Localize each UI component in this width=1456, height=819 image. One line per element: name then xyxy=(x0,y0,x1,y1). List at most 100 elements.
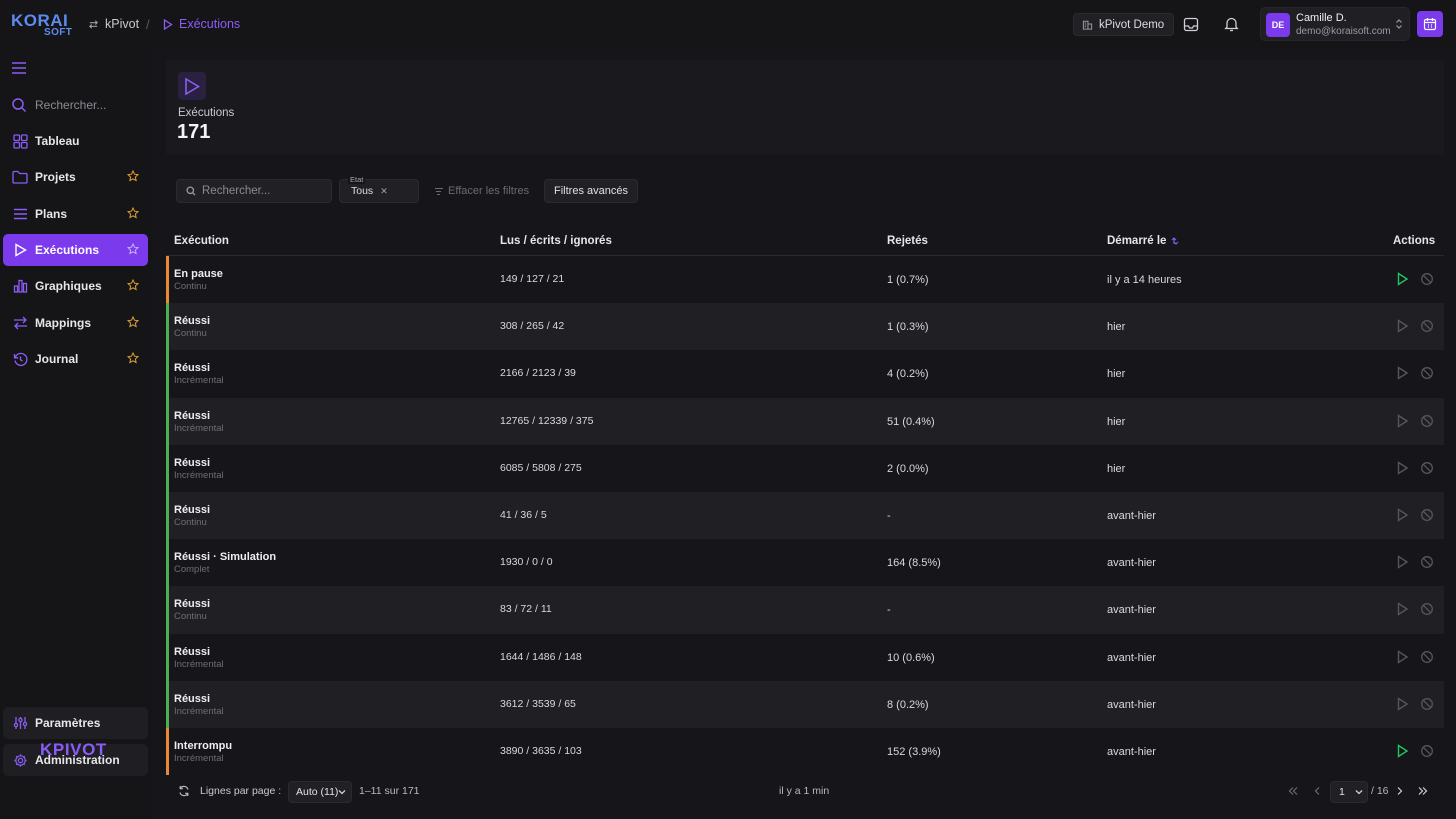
table-row[interactable]: Réussi Incrémental 2166 / 2123 / 39 4 (0.2%… xyxy=(166,350,1444,398)
cancel-icon[interactable] xyxy=(1420,461,1434,475)
inbox-button[interactable] xyxy=(1180,13,1202,35)
play-icon[interactable] xyxy=(1396,555,1409,569)
previous-page-icon[interactable] xyxy=(1312,785,1322,797)
next-page-icon[interactable] xyxy=(1395,785,1405,797)
execution-status[interactable]: En pause xyxy=(174,268,223,280)
execution-status[interactable]: Réussi xyxy=(174,693,210,705)
last-updated: il y a 1 min xyxy=(779,785,830,797)
status-indicator xyxy=(166,256,169,304)
table-row[interactable]: Réussi Continu 41 / 36 / 5 - avant-hier xyxy=(166,491,1444,540)
table-row[interactable]: Réussi Incrémental 3612 / 3539 / 65 8 (0.2%… xyxy=(166,680,1444,728)
breadcrumb-executions[interactable]: Exécutions xyxy=(163,17,240,31)
play-icon[interactable] xyxy=(1396,508,1409,522)
execution-mode: Incrémental xyxy=(174,422,224,434)
star-icon[interactable] xyxy=(127,243,139,255)
state-filter[interactable]: Etat Tous ✕ xyxy=(339,175,419,203)
sidebar-item-executions[interactable]: Exécutions xyxy=(3,234,148,266)
breadcrumb-kpivot[interactable]: kPivot xyxy=(88,17,139,31)
rows-per-page-select[interactable]: Auto (11) xyxy=(288,781,352,803)
column-execution[interactable]: Exécution xyxy=(174,235,229,247)
play-icon[interactable] xyxy=(1396,366,1409,381)
user-name: Camille D. xyxy=(1296,12,1347,24)
notifications-button[interactable] xyxy=(1220,13,1242,35)
sidebar-item-plans[interactable]: Plans xyxy=(3,198,148,230)
play-icon[interactable] xyxy=(1396,602,1409,617)
sidebar-search[interactable]: Rechercher... xyxy=(11,97,106,113)
cancel-icon[interactable] xyxy=(1420,602,1434,616)
play-icon[interactable] xyxy=(1396,696,1409,711)
cancel-icon[interactable] xyxy=(1420,319,1434,333)
breadcrumb-separator: / xyxy=(146,17,150,32)
dashboard-icon xyxy=(12,133,28,149)
first-page-icon[interactable] xyxy=(1287,785,1299,797)
cancel-icon[interactable] xyxy=(1420,650,1434,664)
play-icon[interactable] xyxy=(1396,744,1409,758)
breadcrumb-label: Exécutions xyxy=(179,17,241,31)
cancel-icon[interactable] xyxy=(1420,555,1434,569)
close-icon[interactable]: ✕ xyxy=(380,186,388,197)
execution-status[interactable]: Réussi xyxy=(174,598,210,610)
column-read-written-ignored[interactable]: Lus / écrits / ignorés xyxy=(500,235,612,247)
star-icon[interactable] xyxy=(127,170,139,182)
table-row[interactable]: Réussi · Simulation Complet 1930 / 0 / 0 16… xyxy=(166,539,1444,587)
tenant-selector[interactable]: kPivot Demo xyxy=(1073,13,1175,36)
table-row[interactable]: Réussi Incrémental 1644 / 1486 / 148 10 (0.… xyxy=(166,633,1444,681)
play-icon[interactable] xyxy=(1396,649,1409,664)
execution-status[interactable]: Réussi xyxy=(174,410,210,422)
sidebar-search-placeholder: Rechercher... xyxy=(35,98,107,112)
cancel-icon[interactable] xyxy=(1420,272,1434,286)
cancel-icon[interactable] xyxy=(1420,744,1434,758)
column-started[interactable]: Démarré le xyxy=(1107,235,1179,247)
advanced-filters-button[interactable]: Filtres avancés xyxy=(544,179,638,203)
play-icon[interactable] xyxy=(1396,319,1409,333)
gear-icon xyxy=(12,752,28,768)
sidebar-item-graphiques[interactable]: Graphiques xyxy=(3,270,148,302)
sidebar-item-journal[interactable]: Journal xyxy=(3,343,148,375)
cancel-icon[interactable] xyxy=(1420,414,1434,428)
calendar-button[interactable] xyxy=(1417,11,1443,37)
refresh-icon[interactable] xyxy=(178,785,190,797)
sort-icon[interactable] xyxy=(1171,237,1179,245)
column-rejected[interactable]: Rejetés xyxy=(887,235,928,247)
table-row[interactable]: Réussi Continu 308 / 265 / 42 1 (0.3%) hier xyxy=(166,303,1444,351)
cancel-icon[interactable] xyxy=(1420,366,1434,380)
execution-status[interactable]: Réussi xyxy=(174,504,210,516)
cancel-icon[interactable] xyxy=(1420,508,1434,522)
column-actions: Actions xyxy=(1393,235,1436,247)
play-icon[interactable] xyxy=(1396,272,1409,286)
last-page-icon[interactable] xyxy=(1417,785,1429,797)
search-input[interactable]: Rechercher... xyxy=(176,179,332,203)
table-row[interactable]: Réussi Continu 83 / 72 / 11 - avant-hier xyxy=(166,586,1444,634)
execution-status[interactable]: Réussi xyxy=(174,315,210,327)
sidebar-item-projets[interactable]: Projets xyxy=(3,161,148,193)
execution-status[interactable]: Réussi xyxy=(174,457,210,469)
star-icon[interactable] xyxy=(127,279,139,291)
sidebar-item-mappings[interactable]: Mappings xyxy=(3,307,148,339)
play-icon[interactable] xyxy=(1396,460,1409,475)
cancel-icon[interactable] xyxy=(1420,697,1434,711)
star-icon[interactable] xyxy=(127,316,139,328)
sidebar-item-label: Exécutions xyxy=(35,243,100,257)
user-menu[interactable]: DE Camille D. demo@koraisoft.com xyxy=(1260,7,1410,41)
table-row[interactable]: Réussi Incrémental 12765 / 12339 / 375 51 (… xyxy=(166,397,1444,445)
star-icon[interactable] xyxy=(127,352,139,364)
sidebar-item-tableau[interactable]: Tableau xyxy=(3,125,148,157)
menu-icon[interactable] xyxy=(11,61,27,75)
star-icon[interactable] xyxy=(127,207,139,219)
execution-status[interactable]: Réussi · Simulation xyxy=(174,551,276,563)
read-written-ignored-cell: 6085 / 5808 / 275 xyxy=(500,461,582,474)
table-row[interactable]: Interrompu Incrémental 3890 / 3635 / 103 15… xyxy=(166,727,1444,776)
state-chip[interactable]: Tous ✕ xyxy=(351,185,388,197)
status-indicator xyxy=(166,397,169,445)
table-row[interactable]: En pause Continu 149 / 127 / 21 1 (0.7%) il … xyxy=(166,256,1444,304)
execution-status[interactable]: Interrompu xyxy=(174,740,232,752)
execution-status[interactable]: Réussi xyxy=(174,362,210,374)
clear-filters-button[interactable]: Effacer les filtres xyxy=(434,185,529,197)
table-row[interactable]: Réussi Incrémental 6085 / 5808 / 275 2 (0.0… xyxy=(166,444,1444,492)
started-cell: il y a 14 heures xyxy=(1107,274,1182,286)
sidebar-item-parametres[interactable]: Paramètres xyxy=(3,707,148,739)
play-icon[interactable] xyxy=(1396,413,1409,428)
page-select[interactable]: 1 xyxy=(1330,781,1368,803)
koraisoft-logo[interactable]: KORAI SOFT xyxy=(11,11,72,39)
execution-status[interactable]: Réussi xyxy=(174,646,210,658)
